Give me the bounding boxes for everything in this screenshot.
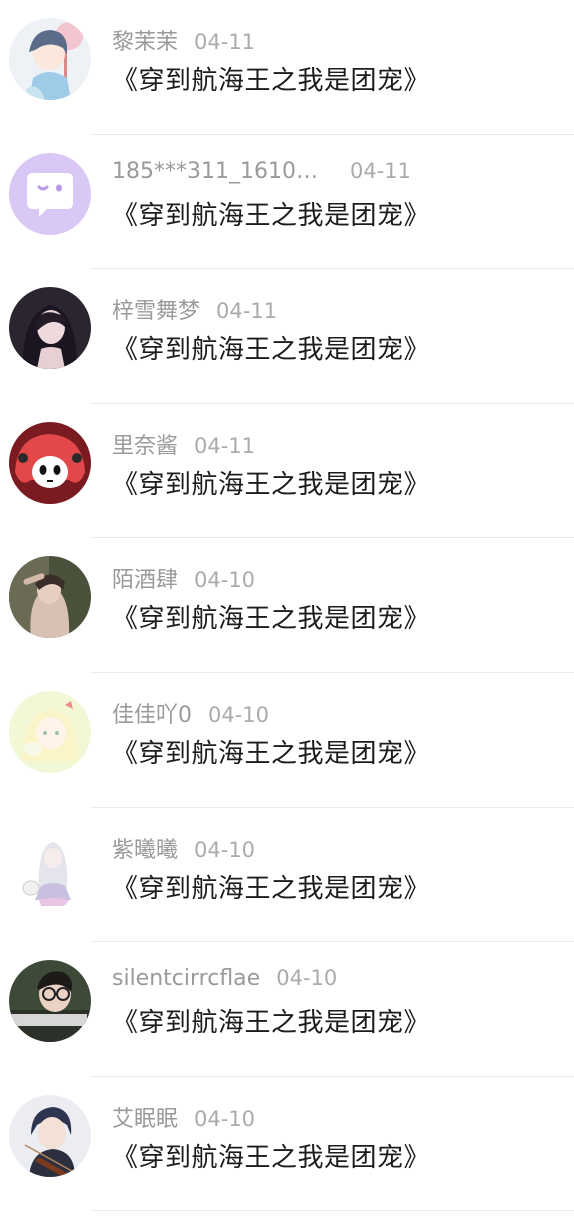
dark-hair-girl-avatar-icon[interactable]	[9, 287, 91, 370]
comment-date: 04-10	[276, 966, 338, 991]
comment-meta: 185***311_1610… 04-11	[112, 159, 411, 189]
comment-meta: 陌酒肆 04-10	[112, 562, 256, 593]
white-hair-anime-avatar-icon[interactable]	[9, 825, 91, 908]
username[interactable]: 里奈酱	[112, 434, 178, 459]
comment-item[interactable]: 梓雪舞梦 04-11 《穿到航海王之我是团宠》	[0, 269, 574, 404]
comment-date: 04-11	[349, 158, 412, 183]
photo-girl-avatar-icon[interactable]	[9, 556, 91, 639]
comment-text[interactable]: 《穿到航海王之我是团宠》	[112, 598, 430, 635]
username[interactable]: 陌酒肆	[112, 568, 178, 593]
comment-date: 04-10	[194, 837, 256, 862]
username[interactable]: silentcirrcflae	[112, 966, 260, 991]
comment-item[interactable]: 黎茉茉 04-11 《穿到航海王之我是团宠》	[0, 0, 574, 135]
comment-item[interactable]: 陌酒肆 04-10 《穿到航海王之我是团宠》	[0, 538, 574, 673]
default-chat-avatar-icon[interactable]	[9, 152, 91, 235]
comment-text[interactable]: 《穿到航海王之我是团宠》	[112, 733, 430, 770]
pastel-anime-avatar-icon[interactable]	[9, 690, 91, 773]
comment-date: 04-10	[194, 1106, 256, 1131]
comment-item[interactable]: 艾眠眠 04-10 《穿到航海王之我是团宠》	[0, 1077, 574, 1212]
username[interactable]: 佳佳吖0	[112, 703, 192, 728]
comment-item[interactable]: 紫曦曦 04-10 《穿到航海王之我是团宠》	[0, 808, 574, 943]
comment-date: 04-10	[208, 702, 270, 727]
comment-item[interactable]: 里奈酱 04-11 《穿到航海王之我是团宠》	[0, 404, 574, 539]
comment-meta: 艾眠眠 04-10	[112, 1101, 256, 1132]
red-hair-anime-avatar-icon[interactable]	[9, 421, 91, 504]
comment-date: 04-11	[194, 30, 256, 54]
comment-item[interactable]: 佳佳吖0 04-10 《穿到航海王之我是团宠》	[0, 673, 574, 808]
comment-text[interactable]: 《穿到航海王之我是团宠》	[112, 195, 430, 232]
username[interactable]: 梓雪舞梦	[112, 299, 200, 324]
comment-list: 黎茉茉 04-11 《穿到航海王之我是团宠》 185***311_1610… 04-…	[0, 0, 574, 1212]
divider	[90, 1210, 574, 1212]
comment-item[interactable]: 185***311_1610… 04-11 《穿到航海王之我是团宠》	[0, 135, 574, 270]
comment-text[interactable]: 《穿到航海王之我是团宠》	[112, 1002, 430, 1039]
glasses-boy-avatar-icon[interactable]	[9, 960, 91, 1043]
comment-date: 04-10	[194, 568, 256, 593]
comment-text[interactable]: 《穿到航海王之我是团宠》	[112, 329, 430, 366]
comment-meta: silentcirrcflae 04-10	[112, 966, 337, 996]
violin-boy-avatar-icon[interactable]	[9, 1094, 91, 1177]
comment-text[interactable]: 《穿到航海王之我是团宠》	[112, 60, 430, 97]
comment-item[interactable]: silentcirrcflae 04-10 《穿到航海王之我是团宠》	[0, 942, 574, 1077]
username[interactable]: 艾眠眠	[112, 1107, 178, 1132]
username[interactable]: 185***311_1610…	[112, 159, 318, 184]
comment-text[interactable]: 《穿到航海王之我是团宠》	[112, 868, 430, 905]
anime-girl-avatar-icon[interactable]	[9, 18, 91, 100]
comment-meta: 紫曦曦 04-10	[112, 832, 256, 863]
comment-date: 04-11	[216, 299, 278, 324]
username[interactable]: 黎茉茉	[112, 30, 178, 55]
comment-text[interactable]: 《穿到航海王之我是团宠》	[112, 464, 430, 501]
comment-meta: 佳佳吖0 04-10	[112, 697, 270, 728]
comment-meta: 里奈酱 04-11	[112, 428, 256, 459]
comment-meta: 黎茉茉 04-11	[112, 24, 256, 55]
comment-text[interactable]: 《穿到航海王之我是团宠》	[112, 1137, 430, 1174]
username[interactable]: 紫曦曦	[112, 838, 178, 863]
comment-meta: 梓雪舞梦 04-11	[112, 293, 278, 324]
comment-date: 04-11	[194, 433, 256, 458]
